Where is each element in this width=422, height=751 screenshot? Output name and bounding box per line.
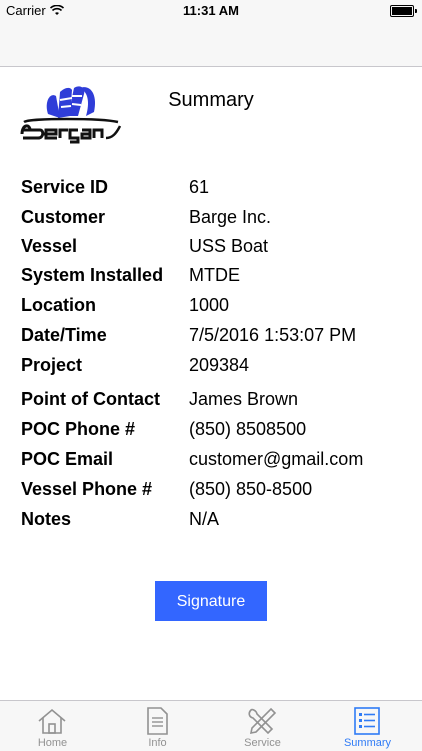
tools-icon	[248, 707, 277, 735]
detail-label: Vessel Phone #	[21, 479, 153, 499]
detail-row-vessel-phone: Vessel Phone # (850) 850-8500	[21, 476, 401, 502]
detail-value: (850) 850-8500	[189, 479, 313, 499]
detail-label: Location	[21, 295, 96, 315]
detail-value: USS Boat	[189, 236, 269, 256]
detail-label: Customer	[21, 207, 106, 227]
status-bar: Carrier 11:31 AM	[0, 0, 422, 22]
detail-label: System Installed	[21, 265, 164, 285]
navigation-bar	[0, 22, 422, 67]
detail-row-date-time: Date/Time 7/5/2016 1:53:07 PM	[21, 322, 401, 348]
detail-row-location: Location 1000	[21, 292, 401, 318]
detail-row-service-id: Service ID 61	[21, 174, 401, 200]
detail-row-poc-email: POC Email customer@gmail.com	[21, 446, 401, 472]
detail-label: Notes	[21, 509, 72, 529]
detail-row-project: Project 209384	[21, 352, 401, 378]
detail-value: MTDE	[189, 265, 240, 285]
tab-home[interactable]: Home	[0, 701, 105, 751]
detail-row-system-installed: System Installed MTDE	[21, 262, 401, 288]
tab-label: Summary	[343, 737, 392, 749]
detail-value: customer@gmail.com	[189, 449, 364, 469]
document-icon	[147, 707, 168, 735]
signature-button[interactable]: Signature	[155, 581, 267, 621]
home-icon	[38, 708, 66, 734]
detail-row-poc-phone: POC Phone # (850) 8508500	[21, 416, 401, 442]
detail-label: Project	[21, 355, 83, 375]
detail-value: N/A	[189, 509, 220, 529]
page-title: Summary	[168, 89, 254, 111]
detail-label: POC Phone #	[21, 419, 136, 439]
detail-label: Point of Contact	[21, 389, 160, 409]
tab-label: Home	[37, 737, 68, 749]
list-icon	[354, 707, 380, 735]
detail-label: POC Email	[21, 449, 114, 469]
detail-value: Barge Inc.	[189, 207, 272, 227]
tab-label: Service	[244, 737, 281, 749]
detail-value: 7/5/2016 1:53:07 PM	[189, 325, 357, 345]
detail-value: 209384	[189, 355, 250, 375]
status-time: 11:31 AM	[183, 3, 239, 18]
detail-value: James Brown	[189, 389, 299, 409]
detail-value: 1000	[189, 295, 230, 315]
detail-label: Service ID	[21, 177, 109, 197]
detail-row-notes: Notes N/A	[21, 506, 401, 532]
detail-row-vessel: Vessel USS Boat	[21, 233, 401, 259]
detail-value: (850) 8508500	[189, 419, 307, 439]
detail-label: Vessel	[21, 236, 78, 256]
tab-info[interactable]: Info	[105, 701, 210, 751]
tab-bar: Home Info Service Summary	[0, 700, 422, 751]
tab-service[interactable]: Service	[210, 701, 315, 751]
battery-icon	[390, 5, 417, 17]
tab-summary[interactable]: Summary	[315, 701, 420, 751]
detail-label: Date/Time	[21, 325, 107, 345]
detail-value: 61	[189, 177, 210, 197]
detail-row-customer: Customer Barge Inc.	[21, 204, 401, 230]
detail-row-point-of-contact: Point of Contact James Brown	[21, 386, 401, 412]
tab-label: Info	[148, 737, 167, 749]
